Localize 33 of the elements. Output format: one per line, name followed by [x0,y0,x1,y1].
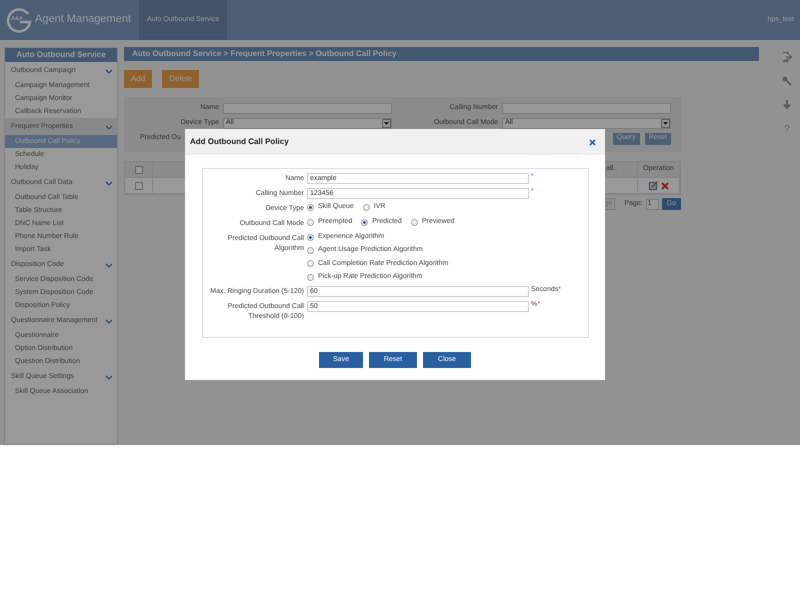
radio-button[interactable] [307,204,314,211]
dialog-title: Add Outbound Call Policy [190,137,289,147]
radio-button[interactable] [410,218,418,226]
radio-button[interactable] [307,218,314,226]
radio-button[interactable] [307,274,314,281]
download-icon[interactable] [783,100,791,110]
chevron-icon [105,375,113,380]
app-title: Agent Management [35,13,132,27]
filter-input[interactable] [223,103,392,114]
caret-icon [384,122,389,125]
radio-button[interactable] [307,234,314,241]
filter-input[interactable] [502,103,671,114]
delete-icon[interactable] [660,182,668,190]
checkbox[interactable] [134,166,142,174]
radio-button[interactable] [362,204,370,211]
sidebar-title: Auto Outbound Service [5,48,117,62]
chevron-icon [105,125,113,130]
close-icon[interactable] [589,138,596,146]
chevron-icon [105,263,113,268]
chevron-icon [105,181,113,186]
checkbox[interactable] [134,182,142,190]
chevron-icon [105,319,113,324]
edit-icon[interactable] [648,181,658,190]
radio-button[interactable] [307,247,314,254]
logo-icon [6,7,32,33]
exit-icon[interactable] [782,52,792,62]
radio-button[interactable] [307,260,314,268]
breadcrumb: Auto Outbound Service > Frequent Properties > Outbound Call Policy [124,47,759,61]
key-icon[interactable] [782,76,792,86]
help-icon[interactable]: ? [784,124,790,136]
chevron-icon [105,69,113,74]
caret-icon [663,122,668,125]
radio-button[interactable] [361,218,368,226]
